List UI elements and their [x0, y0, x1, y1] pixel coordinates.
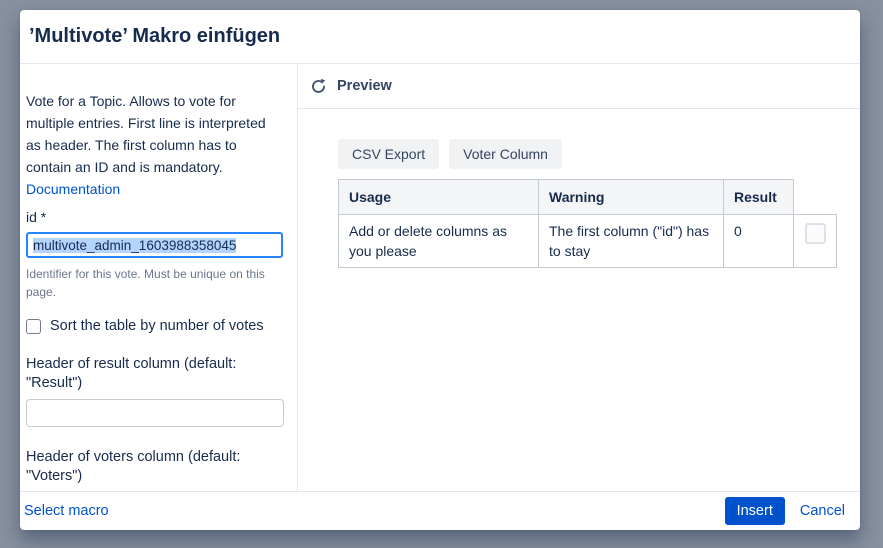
vote-checkbox[interactable] — [805, 223, 826, 244]
documentation-link[interactable]: Documentation — [26, 181, 120, 197]
vote-column-header — [794, 180, 837, 215]
table-header-row: Usage Warning Result — [339, 180, 837, 215]
dialog-title: ’Multivote’ Makro einfügen — [29, 25, 280, 48]
voter-column-button[interactable]: Voter Column — [449, 139, 562, 169]
insert-button[interactable]: Insert — [725, 497, 785, 525]
usage-cell: Add or delete columns as you please — [339, 215, 539, 268]
preview-content: CSV Export Voter Column Usage Warning Re… — [298, 109, 860, 268]
preview-title: Preview — [337, 78, 392, 94]
macro-description: Vote for a Topic. Allows to vote for mul… — [26, 90, 278, 200]
preview-panel: Preview CSV Export Voter Column Usage Wa… — [298, 64, 860, 491]
select-macro-link[interactable]: Select macro — [24, 503, 109, 519]
result-header-label: Header of result column (default: "Resul… — [26, 355, 278, 393]
table-row: Add or delete columns as you please The … — [339, 215, 837, 268]
vote-cell — [794, 215, 837, 268]
warning-cell: The first column ("id") has to stay — [539, 215, 724, 268]
dialog-header: ’Multivote’ Makro einfügen — [20, 10, 860, 64]
preview-macro-buttons: CSV Export Voter Column — [338, 139, 860, 169]
csv-export-button[interactable]: CSV Export — [338, 139, 439, 169]
refresh-icon[interactable] — [310, 78, 327, 95]
macro-description-text: Vote for a Topic. Allows to vote for mul… — [26, 93, 266, 175]
sort-checkbox-label: Sort the table by number of votes — [50, 318, 264, 334]
id-field-label: id * — [26, 208, 278, 227]
dialog-footer: Select macro Insert Cancel — [20, 491, 860, 530]
macro-parameters-panel: Vote for a Topic. Allows to vote for mul… — [20, 64, 298, 491]
result-column-header: Result — [724, 180, 794, 215]
cancel-button[interactable]: Cancel — [800, 503, 845, 519]
warning-column-header: Warning — [539, 180, 724, 215]
id-input[interactable]: multivote_admin_1603988358045 — [26, 232, 283, 258]
id-field-help: Identifier for this vote. Must be unique… — [26, 265, 271, 301]
dialog-body: Vote for a Topic. Allows to vote for mul… — [20, 64, 860, 491]
usage-column-header: Usage — [339, 180, 539, 215]
preview-header: Preview — [298, 64, 860, 109]
result-cell: 0 — [724, 215, 794, 268]
sort-checkbox[interactable] — [26, 319, 41, 334]
sort-checkbox-row[interactable]: Sort the table by number of votes — [26, 318, 297, 334]
preview-vote-table: Usage Warning Result Add or delete colum… — [338, 179, 837, 268]
id-input-value: multivote_admin_1603988358045 — [33, 238, 236, 253]
voters-header-label: Header of voters column (default: "Voter… — [26, 448, 278, 486]
insert-macro-dialog: ’Multivote’ Makro einfügen Vote for a To… — [20, 10, 860, 530]
result-header-input[interactable] — [26, 399, 284, 427]
